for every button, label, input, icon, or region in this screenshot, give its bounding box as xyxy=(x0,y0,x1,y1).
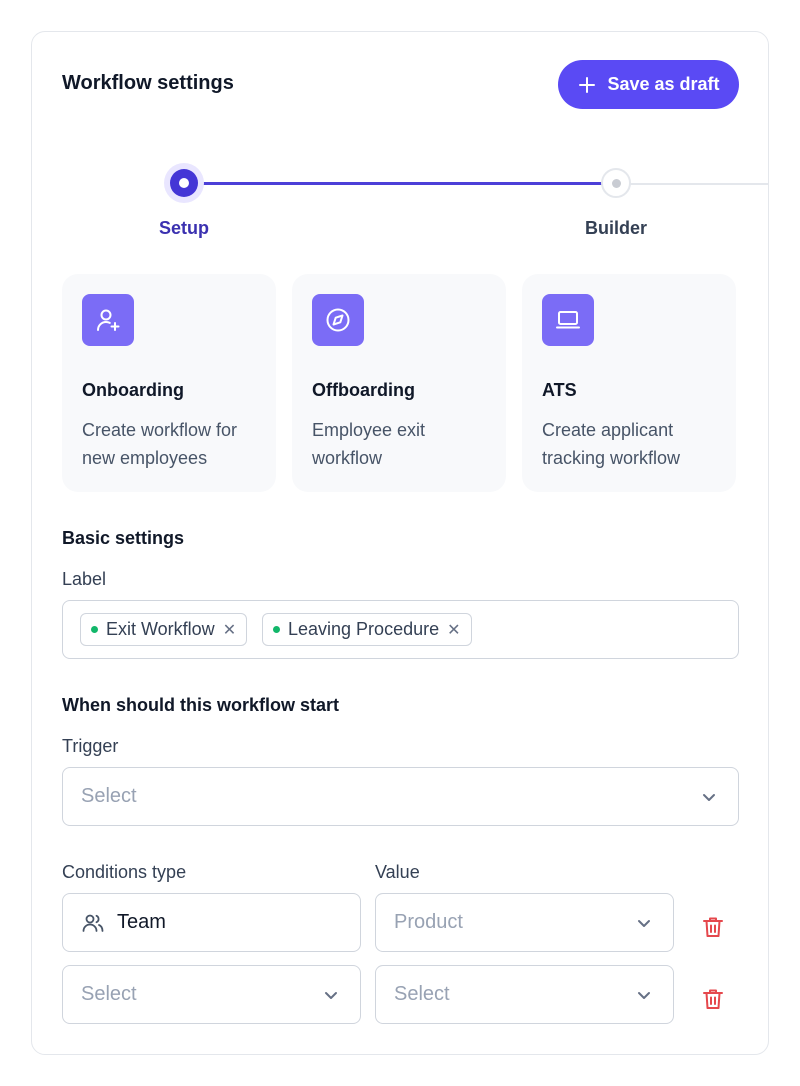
type-card-description: Employee exit workflow xyxy=(312,420,426,468)
step-label-setup[interactable]: Setup xyxy=(124,218,244,239)
condition-value-select-2[interactable]: Select xyxy=(375,965,674,1024)
step-indicator-setup[interactable] xyxy=(164,163,204,203)
chevron-down-icon xyxy=(325,992,337,999)
trash-icon[interactable] xyxy=(700,986,726,1012)
stepper-line-pending xyxy=(616,182,768,185)
trigger-field-label: Trigger xyxy=(62,736,119,756)
status-dot-icon xyxy=(273,626,280,633)
tag-chip: Exit Workflow ✕ xyxy=(80,613,248,646)
trigger-select-value: Select xyxy=(81,785,137,807)
stepper-line-completed xyxy=(184,182,616,185)
type-card-description: Create workflow for new employees xyxy=(82,420,238,468)
trash-icon[interactable] xyxy=(700,914,726,940)
chevron-down-icon xyxy=(638,920,650,927)
save-as-draft-label: Save as draft xyxy=(607,74,720,94)
tag-chip: Leaving Procedure ✕ xyxy=(262,613,472,646)
chevron-down-icon xyxy=(703,794,715,801)
condition-value-text: Product xyxy=(394,911,463,933)
user-plus-icon xyxy=(82,294,134,346)
basic-settings-heading: Basic settings xyxy=(62,528,185,548)
type-card-title: ATS xyxy=(542,380,577,400)
label-tags-input[interactable]: Exit Workflow ✕ Leaving Procedure ✕ xyxy=(62,600,739,659)
condition-type-select-1[interactable]: Team xyxy=(62,893,361,952)
condition-type-value: Team xyxy=(117,911,166,933)
type-card-ats[interactable]: ATS Create applicant tracking workflow xyxy=(522,274,736,492)
plus-icon xyxy=(579,76,596,93)
page-title: Workflow settings xyxy=(62,72,234,94)
condition-value-select-1[interactable]: Product xyxy=(375,893,674,952)
trigger-select[interactable]: Select xyxy=(62,767,739,826)
step-indicator-builder[interactable] xyxy=(601,168,631,198)
value-label: Value xyxy=(375,862,420,882)
condition-value-text: Select xyxy=(394,983,450,1005)
status-dot-icon xyxy=(91,626,98,633)
type-card-title: Onboarding xyxy=(82,380,184,400)
tag-label: Exit Workflow xyxy=(106,619,215,639)
workflow-settings-card: Workflow settings Save as draft Setup Bu… xyxy=(31,31,769,1055)
remove-tag-icon[interactable]: ✕ xyxy=(223,620,236,640)
laptop-icon xyxy=(542,294,594,346)
type-card-description: Create applicant tracking workflow xyxy=(542,420,681,468)
label-field-label: Label xyxy=(62,569,107,589)
conditions-type-label: Conditions type xyxy=(62,862,187,882)
tag-label: Leaving Procedure xyxy=(288,619,440,639)
chevron-down-icon xyxy=(638,992,650,999)
type-card-offboarding[interactable]: Offboarding Employee exit workflow xyxy=(292,274,506,492)
trigger-section-heading: When should this workflow start xyxy=(62,695,340,715)
team-icon xyxy=(82,914,104,932)
compass-icon xyxy=(312,294,364,346)
save-as-draft-button[interactable]: Save as draft xyxy=(558,60,739,109)
type-card-onboarding[interactable]: Onboarding Create workflow for new emplo… xyxy=(62,274,276,492)
remove-tag-icon[interactable]: ✕ xyxy=(447,620,460,640)
condition-type-select-2[interactable]: Select xyxy=(62,965,361,1024)
condition-type-value: Select xyxy=(81,983,137,1005)
step-label-builder[interactable]: Builder xyxy=(556,218,676,239)
type-card-title: Offboarding xyxy=(312,380,415,400)
